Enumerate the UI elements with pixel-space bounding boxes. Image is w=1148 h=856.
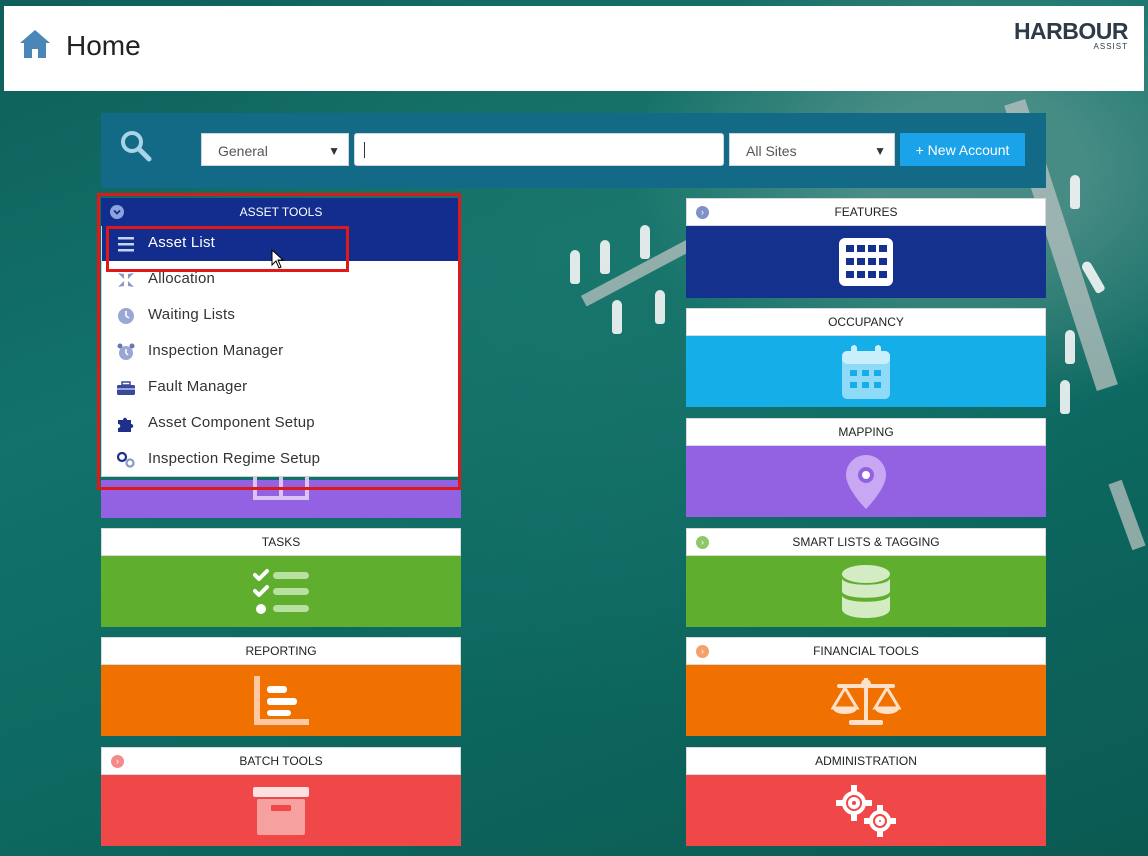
chevron-down-icon: ▼ bbox=[328, 144, 340, 158]
search-type-select[interactable]: General ▼ bbox=[201, 133, 349, 166]
highlight-asset-list bbox=[106, 226, 349, 272]
grid-icon bbox=[839, 238, 893, 286]
tile-mapping[interactable]: MAPPING bbox=[686, 418, 1046, 517]
checklist-icon bbox=[253, 568, 309, 614]
tile-administration[interactable]: ADMINISTRATION bbox=[686, 747, 1046, 846]
search-icon bbox=[121, 131, 152, 162]
search-input[interactable] bbox=[354, 133, 724, 166]
calendar-icon bbox=[842, 344, 890, 399]
chevron-right-icon[interactable]: › bbox=[696, 645, 709, 658]
site-select[interactable]: All Sites ▼ bbox=[729, 133, 895, 166]
map-pin-icon bbox=[846, 454, 886, 509]
new-account-button[interactable]: + New Account bbox=[900, 133, 1025, 166]
scales-icon bbox=[831, 677, 901, 725]
harbour-assist-logo: HARBOUR ASSIST bbox=[1013, 18, 1129, 52]
page-header: Home HARBOUR ASSIST bbox=[4, 6, 1144, 91]
chevron-right-icon[interactable]: › bbox=[696, 206, 709, 219]
database-icon bbox=[842, 564, 890, 618]
cogs-icon bbox=[836, 784, 896, 837]
tile-smart-lists[interactable]: › SMART LISTS & TAGGING bbox=[686, 528, 1046, 627]
chevron-right-icon[interactable]: › bbox=[111, 755, 124, 768]
archive-box-icon bbox=[253, 786, 309, 835]
chevron-down-icon: ▼ bbox=[874, 144, 886, 158]
home-icon[interactable] bbox=[18, 28, 52, 60]
search-bar: General ▼ All Sites ▼ + New Account bbox=[101, 113, 1046, 188]
tile-reporting[interactable]: REPORTING bbox=[101, 637, 461, 736]
tile-features[interactable]: › FEATURES bbox=[686, 198, 1046, 298]
chevron-right-icon[interactable]: › bbox=[696, 536, 709, 549]
tile-tasks[interactable]: TASKS bbox=[101, 528, 461, 627]
mouse-cursor-icon bbox=[271, 249, 285, 269]
tile-batch-tools[interactable]: › BATCH TOOLS bbox=[101, 747, 461, 846]
tile-occupancy[interactable]: OCCUPANCY bbox=[686, 308, 1046, 407]
page-title: Home bbox=[66, 30, 141, 61]
bar-chart-icon bbox=[254, 675, 309, 725]
tile-financial-tools[interactable]: › FINANCIAL TOOLS bbox=[686, 637, 1046, 736]
